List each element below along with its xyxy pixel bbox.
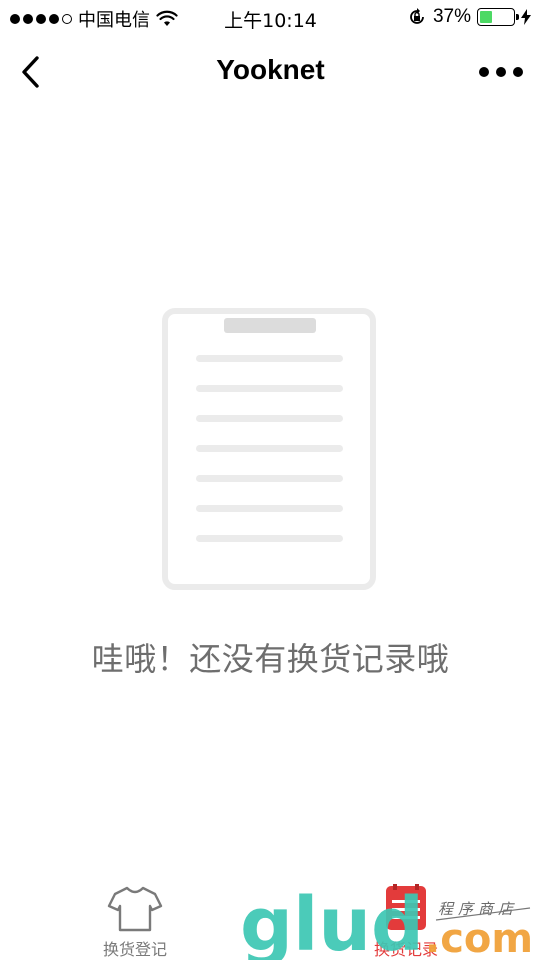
tab-label: 换货登记	[102, 940, 167, 959]
more-button[interactable]	[479, 58, 523, 86]
tab-exchange-register[interactable]: 换货登记	[65, 884, 205, 960]
tab-exchange-records[interactable]: 换货记录	[336, 884, 476, 960]
status-bar: 中国电信 上午10:14 37%	[0, 0, 541, 36]
status-right: 37%	[407, 6, 531, 28]
battery-fill	[480, 11, 492, 23]
clipboard-document-icon	[162, 308, 376, 590]
nav-bar: Yooknet	[0, 40, 541, 104]
tshirt-icon	[107, 886, 163, 932]
tab-label: 换货记录	[373, 940, 438, 959]
charging-bolt-icon	[521, 9, 531, 25]
page-title: Yooknet	[216, 54, 325, 85]
empty-state-message: 哇哦！还没有换货记录哦	[91, 640, 450, 678]
more-horizontal-icon	[479, 67, 489, 77]
record-list-icon	[386, 884, 426, 930]
battery-percent: 37%	[432, 6, 471, 27]
battery-icon	[477, 8, 519, 26]
orientation-lock-icon	[410, 8, 424, 24]
tab-bar: 换货登记 换货记录	[0, 880, 541, 960]
